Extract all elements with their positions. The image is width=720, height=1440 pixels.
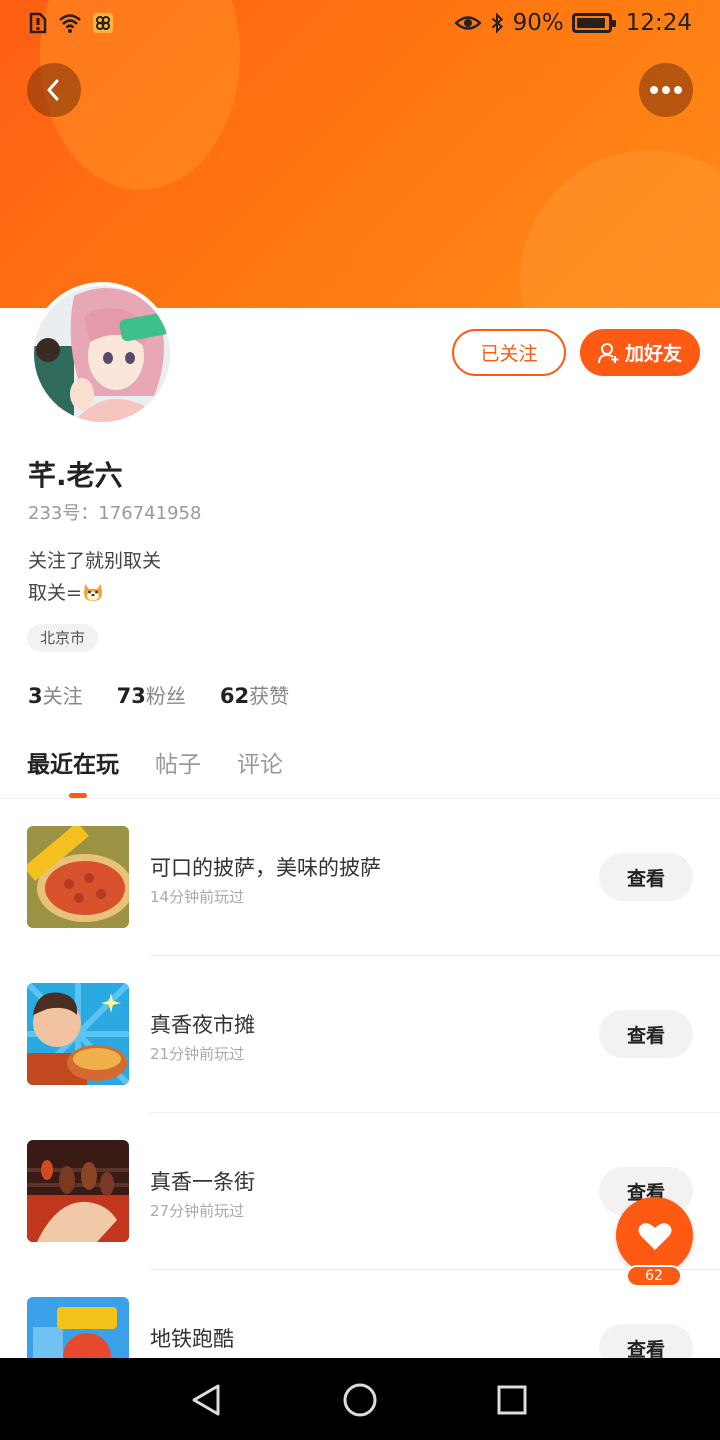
more-button[interactable] [639,63,693,117]
profile-tabs: 最近在玩 帖子 评论 [27,745,283,779]
bluetooth-icon [491,12,503,34]
status-bar: 90% 12:24 [0,0,720,50]
last-played: 27分钟前玩过 [150,1202,245,1220]
stat-value: 62 [219,684,250,708]
add-user-icon [597,342,619,363]
bio-line: 取关= [28,582,82,604]
bio-line-2: 取关= [28,577,161,609]
like-count-badge: 62 [626,1265,682,1287]
app-notification-icon [93,13,113,33]
night-market-game-icon [27,983,129,1085]
add-friend-label: 加好友 [624,343,682,365]
battery-percent: 90% [512,10,564,36]
stat-likes[interactable]: 62获赞 [220,680,289,709]
square-recents-icon [497,1385,527,1415]
list-item[interactable]: 可口的披萨，美味的披萨 14分钟前玩过 查看 [0,826,720,983]
list-item[interactable]: 真香夜市摊 21分钟前玩过 查看 [0,983,720,1140]
chevron-left-icon [47,79,59,101]
street-food-game-icon [27,1140,129,1242]
shiba-dog-emoji-icon [83,584,102,601]
tab-posts[interactable]: 帖子 [155,745,201,779]
game-name: 地铁跑酷 [150,1327,234,1351]
followed-label: 已关注 [480,343,538,365]
game-name: 可口的披萨，美味的披萨 [150,856,381,880]
game-thumbnail [27,983,129,1085]
tab-comments[interactable]: 评论 [237,745,283,779]
divider [150,955,720,956]
user-id: 233号：176741958 [28,503,202,524]
clock: 12:24 [625,10,692,36]
stat-label: 关注 [42,684,83,708]
like-button[interactable] [616,1197,693,1274]
system-nav-bar [0,1358,720,1440]
avatar-image [34,286,170,422]
stat-value: 3 [28,684,43,708]
nav-recents-button[interactable] [492,1380,532,1420]
heart-icon [638,1222,671,1250]
last-played: 21分钟前玩过 [150,1045,245,1063]
stat-label: 粉丝 [145,684,186,708]
add-friend-button[interactable]: 加好友 [580,329,700,376]
game-name: 真香一条街 [150,1170,255,1194]
divider [0,798,720,799]
triangle-back-icon [192,1384,220,1416]
nav-home-button[interactable] [340,1380,380,1420]
stat-following[interactable]: 3关注 [28,680,83,709]
bio-line: 关注了就别取关 [28,550,162,572]
wifi-icon [59,14,81,33]
stat-value: 73 [116,684,146,708]
stat-followers[interactable]: 73粉丝 [117,680,186,709]
bio: 关注了就别取关 取关= [28,545,161,609]
view-button[interactable]: 查看 [599,1010,693,1058]
alert-icon [29,12,47,34]
game-thumbnail [27,1140,129,1242]
game-thumbnail [27,826,129,928]
circle-home-icon [343,1383,377,1417]
eye-icon [454,16,481,30]
back-button[interactable] [27,63,81,117]
divider [150,1112,720,1113]
last-played: 14分钟前玩过 [150,888,245,906]
battery-icon [571,13,616,33]
banner-decoration [520,150,720,308]
username: 芊.老六 [28,459,123,492]
avatar[interactable] [30,282,174,426]
followed-button[interactable]: 已关注 [452,329,566,376]
profile-stats: 3关注 73粉丝 62获赞 [28,680,323,709]
list-item[interactable]: 真香一条街 27分钟前玩过 查看 [0,1140,720,1297]
nav-back-button[interactable] [186,1380,226,1420]
more-dots-icon [650,86,682,94]
view-button[interactable]: 查看 [599,853,693,901]
tab-recently-played[interactable]: 最近在玩 [27,745,119,779]
pizza-game-icon [27,826,129,928]
location-tag: 北京市 [27,624,99,652]
stat-label: 获赞 [249,684,290,708]
game-name: 真香夜市摊 [150,1013,255,1037]
